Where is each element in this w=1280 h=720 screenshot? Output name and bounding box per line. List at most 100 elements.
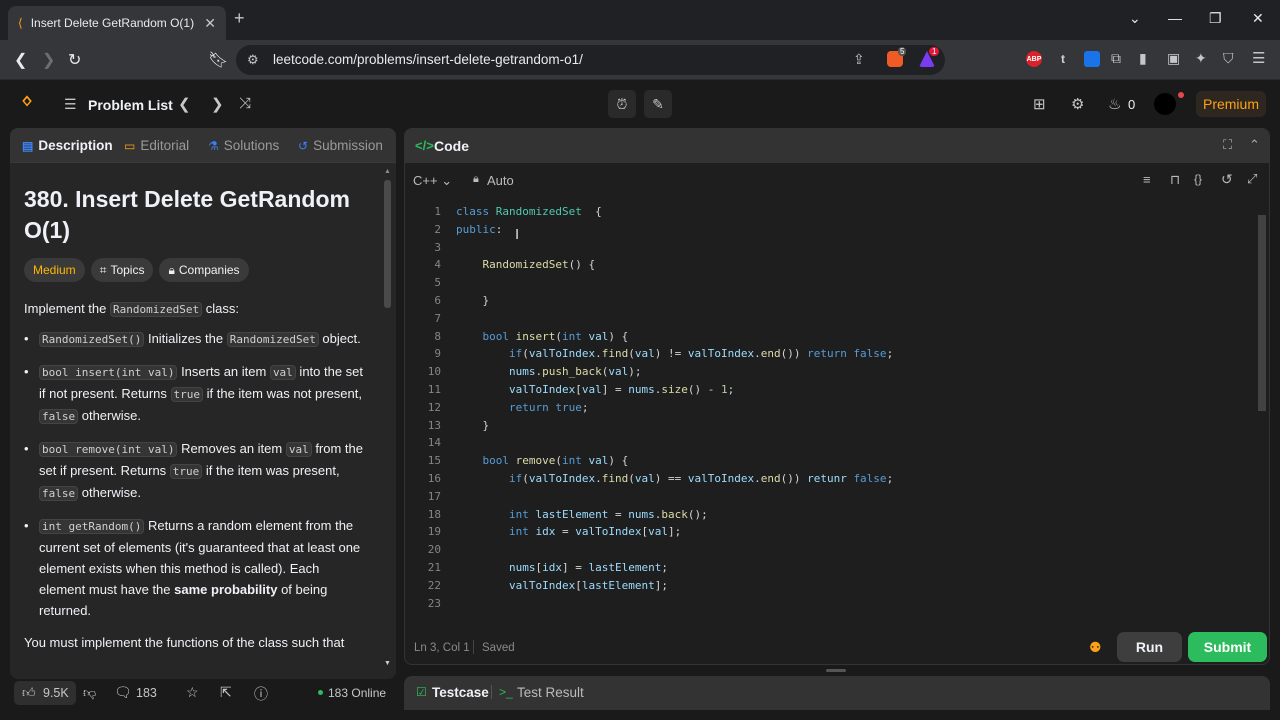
minimize-icon[interactable]: — xyxy=(1168,10,1182,26)
code-line[interactable]: 13 } xyxy=(405,417,1257,435)
inline-code: bool insert(int val) xyxy=(39,365,178,380)
format-icon[interactable]: ≡ xyxy=(1143,172,1151,187)
code-line[interactable]: 4 RandomizedSet() { xyxy=(405,256,1257,274)
code-line[interactable]: 22 valToIndex[lastElement]; xyxy=(405,577,1257,595)
editor-scrollbar-thumb[interactable] xyxy=(1258,215,1266,411)
next-problem-icon[interactable]: ❯ xyxy=(211,95,224,113)
submit-button[interactable]: Submit xyxy=(1188,632,1267,662)
topics-tag[interactable]: ⌗ Topics xyxy=(90,258,154,282)
leo-ai-icon[interactable]: ✦ xyxy=(1195,50,1207,67)
code-line[interactable]: 8 bool insert(int val) { xyxy=(405,328,1257,346)
forward-icon[interactable]: ❯ xyxy=(42,50,55,70)
editor-scrollbar[interactable] xyxy=(1257,197,1267,619)
tab-testcase[interactable]: Testcase xyxy=(432,685,489,700)
url-text[interactable]: leetcode.com/problems/insert-delete-getr… xyxy=(273,52,583,67)
tab-test-result[interactable]: Test Result xyxy=(517,685,584,700)
tab-submissions[interactable]: ↺ Submission xyxy=(298,138,383,153)
code-line[interactable]: 18 int lastElement = nums.back(); xyxy=(405,506,1257,524)
code-line[interactable]: 12 return true; xyxy=(405,399,1257,417)
problem-list-link[interactable]: Problem List xyxy=(88,97,173,113)
extensions-puzzle-icon[interactable]: ⧉ xyxy=(1111,50,1121,67)
leetcode-logo-icon[interactable]: ᛜ xyxy=(21,92,33,115)
restore-icon[interactable]: ❐ xyxy=(1209,10,1222,27)
code-line[interactable]: 2 public: xyxy=(405,221,1257,239)
scrollbar[interactable]: ▲ ▼ xyxy=(382,168,392,673)
browser-menu-icon[interactable]: ☰ xyxy=(1252,49,1265,67)
code-line[interactable]: 16 if(valToIndex.find(val) == valToIndex… xyxy=(405,470,1257,488)
help-icon[interactable]: ⓘ xyxy=(254,684,268,704)
prev-problem-icon[interactable]: ❮ xyxy=(178,95,191,113)
code-editor[interactable]: 1 class RandomizedSet {2 public: 3 4 Randomi… xyxy=(405,203,1257,619)
run-button[interactable]: Run xyxy=(1117,632,1182,662)
code-token: insert xyxy=(515,329,556,343)
avatar[interactable] xyxy=(1154,93,1176,115)
code-line[interactable]: 6 } xyxy=(405,292,1257,310)
sidebar-toggle-icon[interactable]: ▮ xyxy=(1139,50,1147,67)
code-token: valToIndex xyxy=(528,472,596,485)
bookmark-icon[interactable]: 🔖︎ xyxy=(208,50,228,70)
companies-tag[interactable]: 🔒︎ Companies xyxy=(159,258,249,282)
code-line[interactable]: 21 nums[idx] = lastElement; xyxy=(405,559,1257,577)
code-line[interactable]: 15 bool remove(int val) { xyxy=(405,452,1257,470)
debugger-icon[interactable]: ⚉ xyxy=(1089,639,1102,656)
comment-icon[interactable]: 🗨︎ xyxy=(114,684,132,701)
share-icon[interactable]: ⇱ xyxy=(220,684,232,701)
browser-tab[interactable]: ⟨ Insert Delete GetRandom O(1) ✕ xyxy=(8,6,226,40)
settings-gear-icon[interactable]: ⚙︎ xyxy=(1071,95,1084,113)
code-token: valToIndex xyxy=(528,347,596,361)
fullscreen-icon[interactable]: ⛶ xyxy=(1223,137,1232,153)
wallet-icon[interactable]: ▣ xyxy=(1167,50,1180,67)
layout-grid-icon[interactable]: ⊞ xyxy=(1033,95,1046,113)
t-extension-icon[interactable]: t xyxy=(1055,51,1071,67)
code-line[interactable]: 7 xyxy=(405,310,1257,328)
timer-icon[interactable]: ⏰︎ xyxy=(608,90,636,118)
code-line[interactable]: 23 xyxy=(405,595,1257,613)
code-token: . xyxy=(754,472,761,485)
code-line[interactable]: 17 xyxy=(405,488,1257,506)
code-line[interactable]: 10 nums.push_back(val); xyxy=(405,363,1257,381)
reset-icon[interactable]: ↺ xyxy=(1221,171,1233,188)
auto-mode[interactable]: Auto xyxy=(487,173,514,188)
share-icon[interactable]: ⇪ xyxy=(853,51,865,68)
notes-icon[interactable]: ✎ xyxy=(644,90,672,118)
code-line[interactable]: 9 if(valToIndex.find(val) != valToIndex.… xyxy=(405,345,1257,363)
vpn-shield-icon[interactable]: ⛉ xyxy=(1223,50,1234,67)
tab-solutions[interactable]: ⚗ Solutions xyxy=(208,138,279,153)
difficulty-badge[interactable]: Medium xyxy=(24,258,85,282)
site-info-icon[interactable]: ⚙︎ xyxy=(247,52,259,68)
tab-description[interactable]: ▤ Description xyxy=(22,138,113,153)
new-tab-button[interactable]: + xyxy=(234,8,245,29)
code-line[interactable]: 3 xyxy=(405,239,1257,257)
panel-resize-handle[interactable] xyxy=(826,669,846,672)
code-line[interactable]: 19 int idx = valToIndex[val]; xyxy=(405,523,1257,541)
scroll-up-icon[interactable]: ▲ xyxy=(384,168,391,175)
premium-button[interactable]: Premium xyxy=(1196,91,1266,117)
cursor-position: Ln 3, Col 1 xyxy=(414,642,470,654)
star-icon[interactable]: ☆ xyxy=(186,684,199,701)
language-select[interactable]: C++ ⌄ xyxy=(413,173,452,189)
bookmark-icon[interactable]: ⊓ xyxy=(1170,172,1180,188)
reload-icon[interactable]: ↻ xyxy=(68,50,81,70)
back-icon[interactable]: ❮ xyxy=(14,50,27,70)
scroll-down-icon[interactable]: ▼ xyxy=(384,660,391,667)
scrollbar-thumb[interactable] xyxy=(384,180,391,308)
close-window-icon[interactable]: ✕ xyxy=(1252,10,1264,27)
item-text: Removes an item xyxy=(177,441,286,456)
code-line[interactable]: 14 xyxy=(405,434,1257,452)
tab-editorial[interactable]: ▭ Editorial xyxy=(124,138,189,153)
expand-icon[interactable]: ⤢ xyxy=(1247,171,1257,187)
code-line[interactable]: 5 xyxy=(405,274,1257,292)
close-tab-icon[interactable]: ✕ xyxy=(204,15,216,32)
translate-extension-icon[interactable] xyxy=(1084,51,1100,67)
braces-icon[interactable]: {} xyxy=(1194,172,1202,186)
code-line[interactable]: 11 valToIndex[val] = nums.size() - 1; xyxy=(405,381,1257,399)
tab-search-chevron-icon[interactable]: ⌄ xyxy=(1129,10,1141,27)
collapse-icon[interactable]: ⌃ xyxy=(1249,137,1260,153)
code-line[interactable]: 1 class RandomizedSet { xyxy=(405,203,1257,221)
shuffle-icon[interactable]: ⤨ xyxy=(239,95,251,112)
code-line[interactable]: 20 xyxy=(405,541,1257,559)
adblock-extension-icon[interactable]: ABP xyxy=(1026,51,1042,67)
thumbs-down-icon[interactable]: 👎︎ xyxy=(83,685,96,701)
streak-flame-icon[interactable]: ♨ xyxy=(1108,95,1121,113)
